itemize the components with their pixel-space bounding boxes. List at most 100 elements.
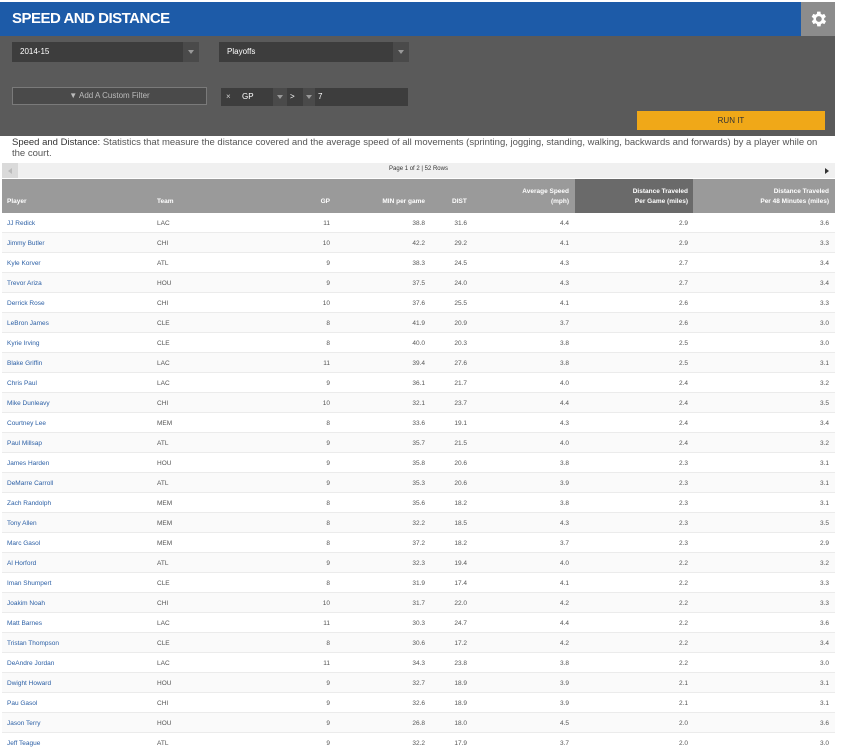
cell-player[interactable]: Blake Griffin bbox=[7, 360, 42, 367]
cell-dist-per-game: 2.7 bbox=[678, 260, 688, 267]
settings-button[interactable] bbox=[801, 2, 835, 36]
cell-min: 40.0 bbox=[412, 340, 425, 347]
cell-min: 31.7 bbox=[412, 600, 425, 607]
cell-player[interactable]: Kyrie Irving bbox=[7, 340, 40, 347]
col-gp[interactable]: GP bbox=[302, 197, 330, 207]
cell-dist: 18.0 bbox=[454, 720, 467, 727]
cell-player[interactable]: Kyle Korver bbox=[7, 260, 41, 267]
table-row: Al Horford ATL 9 32.3 19.4 4.0 2.2 3.2 bbox=[2, 553, 835, 573]
cell-player[interactable]: Derrick Rose bbox=[7, 300, 45, 307]
cell-gp: 9 bbox=[326, 560, 330, 567]
cell-min: 37.6 bbox=[412, 300, 425, 307]
cell-player[interactable]: JJ Redick bbox=[7, 220, 35, 227]
filter-stat-select[interactable]: GP bbox=[242, 88, 254, 106]
cell-avg-speed: 4.3 bbox=[559, 420, 569, 427]
cell-player[interactable]: Jimmy Butler bbox=[7, 240, 45, 247]
cell-min: 38.8 bbox=[412, 220, 425, 227]
cell-player[interactable]: Paul Millsap bbox=[7, 440, 42, 447]
stats-table: Player Team GP MIN per game DIST Average… bbox=[2, 179, 835, 751]
cell-dist-per-48: 3.0 bbox=[819, 340, 829, 347]
cell-player[interactable]: DeAndre Jordan bbox=[7, 660, 54, 667]
cell-dist-per-game: 2.1 bbox=[678, 680, 688, 687]
cell-gp: 8 bbox=[326, 420, 330, 427]
col-min[interactable]: MIN per game bbox=[362, 197, 425, 207]
next-page-button[interactable] bbox=[819, 163, 835, 178]
description-text: Statistics that measure the distance cov… bbox=[12, 137, 818, 159]
col-avg-speed[interactable]: Average Speed (mph) bbox=[502, 187, 569, 207]
cell-min: 26.8 bbox=[412, 720, 425, 727]
cell-player[interactable]: Jeff Teague bbox=[7, 740, 40, 747]
cell-player[interactable]: Matt Barnes bbox=[7, 620, 42, 627]
cell-avg-speed: 4.0 bbox=[559, 440, 569, 447]
cell-dist-per-48: 3.0 bbox=[819, 740, 829, 747]
cell-gp: 8 bbox=[326, 340, 330, 347]
cell-player[interactable]: Chris Paul bbox=[7, 380, 37, 387]
cell-min: 39.4 bbox=[412, 360, 425, 367]
table-row: Chris Paul LAC 9 36.1 21.7 4.0 2.4 3.2 bbox=[2, 373, 835, 393]
cell-gp: 9 bbox=[326, 680, 330, 687]
cell-team: CHI bbox=[157, 300, 169, 307]
cell-player[interactable]: Zach Randolph bbox=[7, 500, 51, 507]
cell-min: 30.3 bbox=[412, 620, 425, 627]
col-avg-speed-line2: (mph) bbox=[550, 198, 569, 205]
col-player[interactable]: Player bbox=[7, 197, 27, 207]
col-dist[interactable]: DIST bbox=[452, 197, 467, 207]
cell-min: 37.2 bbox=[412, 540, 425, 547]
cell-player[interactable]: Mike Dunleavy bbox=[7, 400, 50, 407]
cell-avg-speed: 3.8 bbox=[559, 500, 569, 507]
cell-avg-speed: 4.4 bbox=[559, 220, 569, 227]
col-dist-per-48[interactable]: Distance Traveled Per 48 Minutes (miles) bbox=[722, 187, 829, 207]
cell-team: CLE bbox=[157, 640, 170, 647]
cell-player[interactable]: Marc Gasol bbox=[7, 540, 40, 547]
cell-avg-speed: 4.4 bbox=[559, 400, 569, 407]
chevron-down-icon bbox=[183, 42, 199, 62]
cell-dist-per-game: 2.5 bbox=[678, 360, 688, 367]
cell-player[interactable]: Al Horford bbox=[7, 560, 36, 567]
chevron-down-icon[interactable] bbox=[273, 88, 287, 106]
filter-operator-select[interactable]: > bbox=[290, 88, 295, 106]
cell-player[interactable]: Tony Allen bbox=[7, 520, 37, 527]
season-type-select[interactable]: Playoffs bbox=[219, 42, 409, 62]
add-custom-filter-button[interactable]: ▼ Add A Custom Filter bbox=[12, 87, 207, 105]
cell-team: HOU bbox=[157, 680, 172, 687]
cell-avg-speed: 3.8 bbox=[559, 360, 569, 367]
run-it-button[interactable]: RUN IT bbox=[637, 111, 825, 130]
cell-avg-speed: 3.9 bbox=[559, 680, 569, 687]
cell-player[interactable]: DeMarre Carroll bbox=[7, 480, 53, 487]
col-team[interactable]: Team bbox=[157, 197, 174, 207]
page-info: Page 1 of 2 | 52 Rows bbox=[389, 166, 448, 172]
cell-player[interactable]: Tristan Thompson bbox=[7, 640, 59, 647]
cell-player[interactable]: Jason Terry bbox=[7, 720, 40, 727]
cell-dist-per-48: 3.0 bbox=[819, 320, 829, 327]
cell-player[interactable]: Joakim Noah bbox=[7, 600, 45, 607]
cell-gp: 8 bbox=[326, 640, 330, 647]
col-dist-per-game[interactable]: Distance Traveled Per Game (miles) bbox=[602, 187, 688, 207]
description: Speed and Distance: Statistics that meas… bbox=[12, 137, 832, 159]
cell-min: 42.2 bbox=[412, 240, 425, 247]
cell-gp: 10 bbox=[322, 600, 330, 607]
description-label: Speed and Distance: bbox=[12, 137, 101, 148]
table-row: DeAndre Jordan LAC 11 34.3 23.8 3.8 2.2 3.0 bbox=[2, 653, 835, 673]
chevron-down-icon[interactable] bbox=[303, 88, 315, 106]
cell-player[interactable]: Pau Gasol bbox=[7, 700, 37, 707]
cell-player[interactable]: Courtney Lee bbox=[7, 420, 46, 427]
cell-team: ATL bbox=[157, 560, 169, 567]
cell-team: CHI bbox=[157, 600, 169, 607]
remove-filter-icon[interactable]: × bbox=[226, 88, 231, 106]
filter-value-input[interactable]: 7 bbox=[318, 88, 322, 106]
table-row: Paul Millsap ATL 9 35.7 21.5 4.0 2.4 3.2 bbox=[2, 433, 835, 453]
cell-avg-speed: 4.1 bbox=[559, 240, 569, 247]
cell-avg-speed: 3.7 bbox=[559, 320, 569, 327]
cell-player[interactable]: James Harden bbox=[7, 460, 49, 467]
cell-avg-speed: 4.5 bbox=[559, 720, 569, 727]
chevron-right-icon bbox=[825, 167, 829, 174]
cell-dist-per-48: 3.6 bbox=[819, 620, 829, 627]
season-select[interactable]: 2014-15 bbox=[12, 42, 199, 62]
cell-player[interactable]: LeBron James bbox=[7, 320, 49, 327]
cell-dist-per-game: 2.2 bbox=[678, 580, 688, 587]
cell-min: 32.2 bbox=[412, 520, 425, 527]
cell-player[interactable]: Dwight Howard bbox=[7, 680, 51, 687]
cell-player[interactable]: Iman Shumpert bbox=[7, 580, 51, 587]
table-row: James Harden HOU 9 35.8 20.6 3.8 2.3 3.1 bbox=[2, 453, 835, 473]
cell-player[interactable]: Trevor Ariza bbox=[7, 280, 42, 287]
